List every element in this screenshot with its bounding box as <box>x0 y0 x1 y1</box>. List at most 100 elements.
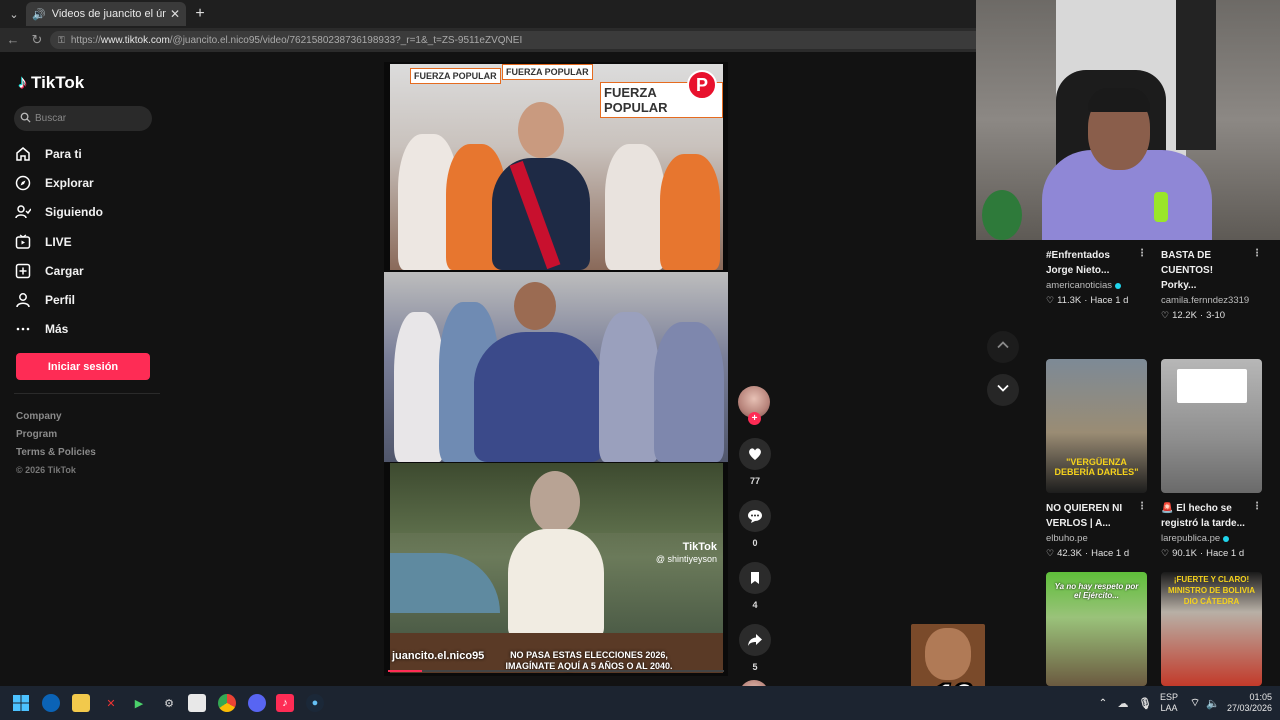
screenshot-tool-icon[interactable] <box>188 694 206 712</box>
file-explorer-icon[interactable] <box>72 694 90 712</box>
settings-gear-icon[interactable]: ⚙ <box>160 694 178 712</box>
logo-text: TikTok <box>31 72 85 92</box>
search-box[interactable] <box>14 106 152 131</box>
bookmark-icon[interactable] <box>739 562 771 594</box>
footer-link-program[interactable]: Program <box>16 426 96 444</box>
author-name: larepublica.pe <box>1161 533 1221 544</box>
windows-taskbar: ✕ ▶ ⚙ ♪ ● ⌃ ☁ 🎙 ESP LAA ⌔ 🔈 01:05 27/03/… <box>0 686 1280 720</box>
feed-card-likes: 12.2K <box>1172 310 1197 321</box>
feed-thumbnail[interactable]: ¡FUERTE Y CLARO! MINISTRO DE BOLIVIA DIO… <box>1161 572 1262 686</box>
feed-card-likes: 11.3K <box>1057 295 1082 306</box>
more-options-icon[interactable]: ⋮ <box>1137 501 1147 531</box>
sidebar-item-mas[interactable]: Más <box>14 315 164 344</box>
like-action[interactable]: 77 <box>738 438 772 486</box>
video-progress-bar[interactable] <box>388 670 724 672</box>
creator-avatar[interactable]: + <box>738 386 770 425</box>
tiktok-logo[interactable]: ♪ TikTok <box>18 72 84 93</box>
presenter-face <box>530 471 580 533</box>
feed-card[interactable]: "VERGÜENZA DEBERÍA DARLES" NO QUIEREN NI… <box>1046 359 1147 559</box>
feed-thumb-text: Ya no hay respeto por el Ejército... <box>1054 582 1139 600</box>
site-info-icon[interactable]: ⚿ <box>58 35 65 46</box>
party-logo-badge: P <box>687 70 717 100</box>
lang-top: ESP <box>1160 692 1179 702</box>
heart-outline-icon: ♡ <box>1046 295 1055 305</box>
play-icon[interactable]: ▶ <box>130 694 148 712</box>
share-arrow-icon[interactable] <box>739 624 771 656</box>
audio-playing-icon[interactable]: 🔊 <box>32 8 46 21</box>
discord-icon[interactable] <box>248 694 266 712</box>
tab-close-icon[interactable]: ✕ <box>170 7 180 21</box>
footer-link-company[interactable]: Company <box>16 408 96 426</box>
new-tab-button[interactable]: + <box>192 4 208 24</box>
steam-icon[interactable]: ● <box>306 694 324 712</box>
webcam-person-hair <box>1088 88 1150 112</box>
edge-browser-icon[interactable] <box>42 694 60 712</box>
author-name: americanoticias <box>1046 280 1112 291</box>
comment-action[interactable]: 0 <box>738 500 772 548</box>
feed-card-author[interactable]: elbuho.pe <box>1046 533 1147 544</box>
feed-thumbnail[interactable]: "VERGÜENZA DEBERÍA DARLES" <box>1046 359 1147 493</box>
login-button[interactable]: Iniciar sesión <box>16 353 150 380</box>
more-options-icon[interactable]: ⋮ <box>1252 248 1262 293</box>
comment-icon[interactable] <box>739 500 771 532</box>
crowd-figure <box>605 144 665 270</box>
party-flag: FUERZA POPULAR <box>502 64 593 80</box>
wifi-icon[interactable]: ⌔ <box>1186 694 1204 712</box>
reload-icon[interactable]: ↻ <box>28 31 46 49</box>
sidebar-nav: Para ti Explorar Siguiendo LIVE Cargar P… <box>14 139 164 344</box>
feed-card-title: BASTA DE CUENTOS! Porky... <box>1161 250 1214 291</box>
next-video-button[interactable] <box>987 374 1019 406</box>
tab-list-chevron-icon[interactable]: ⌄ <box>4 4 24 24</box>
webcam-plant <box>982 190 1022 240</box>
language-indicator[interactable]: ESP LAA <box>1160 686 1178 720</box>
chrome-browser-icon[interactable] <box>218 694 236 712</box>
comment-count: 0 <box>752 538 758 548</box>
feed-card-author[interactable]: camila.fernndez3319 <box>1161 295 1262 306</box>
feed-card[interactable]: 🚨 El hecho se registró la tarde... ⋮ lare… <box>1161 359 1262 559</box>
search-icon <box>20 112 31 126</box>
sidebar-item-label: Para ti <box>45 146 82 161</box>
url-host: www.tiktok.com <box>100 34 170 46</box>
url-field[interactable]: ⚿ https://www.tiktok.com/@juancito.el.ni… <box>50 31 976 49</box>
watermark-handle: @ shintiyeyson <box>655 554 717 564</box>
browser-tab-active[interactable]: 🔊 Videos de juancito el único (@ ✕ <box>26 2 186 26</box>
party-flag: FUERZA POPULAR <box>410 68 501 84</box>
feed-card[interactable]: ¡FUERTE Y CLARO! MINISTRO DE BOLIVIA DIO… <box>1161 572 1262 686</box>
video-player[interactable]: FUERZA POPULAR FUERZA POPULAR FUERZA POP… <box>384 62 728 676</box>
heart-icon[interactable] <box>739 438 771 470</box>
sidebar-item-live[interactable]: LIVE <box>14 227 164 256</box>
volume-icon[interactable]: 🔈 <box>1204 694 1222 712</box>
feed-card-stats: ♡ 90.1K · Hace 1 d <box>1161 548 1262 559</box>
sidebar-item-label: Cargar <box>45 263 84 278</box>
sidebar-item-para-ti[interactable]: Para ti <box>14 139 164 168</box>
tab-title: Videos de juancito el único (@ <box>51 8 166 20</box>
x-app-icon[interactable]: ✕ <box>102 694 120 712</box>
system-clock[interactable]: 01:05 27/03/2026 <box>1224 686 1272 720</box>
feed-thumbnail[interactable]: Ya no hay respeto por el Ejército... <box>1046 572 1147 686</box>
sidebar-item-perfil[interactable]: Perfil <box>14 285 164 314</box>
feed-card-author[interactable]: larepublica.pe <box>1161 533 1262 544</box>
video-author-caption[interactable]: juancito.el.nico95 <box>392 650 484 662</box>
search-input[interactable] <box>35 113 145 124</box>
save-action[interactable]: 4 <box>738 562 772 610</box>
footer-link-terms[interactable]: Terms & Policies <box>16 444 96 462</box>
more-options-icon[interactable]: ⋮ <box>1252 501 1262 531</box>
feed-card[interactable]: Ya no hay respeto por el Ejército... <box>1046 572 1147 686</box>
windows-start-icon[interactable] <box>12 694 30 712</box>
feed-thumbnail[interactable] <box>1161 359 1262 493</box>
feed-thumb-note <box>1177 369 1247 403</box>
chevron-up-icon[interactable]: ⌃ <box>1094 694 1112 712</box>
sidebar-item-cargar[interactable]: Cargar <box>14 256 164 285</box>
sidebar-item-explorar[interactable]: Explorar <box>14 168 164 197</box>
share-action[interactable]: 5 <box>738 624 772 672</box>
footer-copyright: © 2026 TikTok <box>16 465 76 475</box>
back-arrow-icon[interactable]: ← <box>4 31 22 49</box>
sidebar-item-siguiendo[interactable]: Siguiendo <box>14 198 164 227</box>
follow-plus-button[interactable]: + <box>748 412 761 425</box>
previous-video-button[interactable] <box>987 331 1019 363</box>
network-icon[interactable]: ☁ <box>1114 694 1132 712</box>
tiktok-app-icon[interactable]: ♪ <box>276 694 294 712</box>
feed-card-author[interactable]: americanoticias <box>1046 280 1147 291</box>
more-options-icon[interactable]: ⋮ <box>1137 248 1147 278</box>
microphone-icon[interactable]: 🎙 <box>1136 694 1154 712</box>
